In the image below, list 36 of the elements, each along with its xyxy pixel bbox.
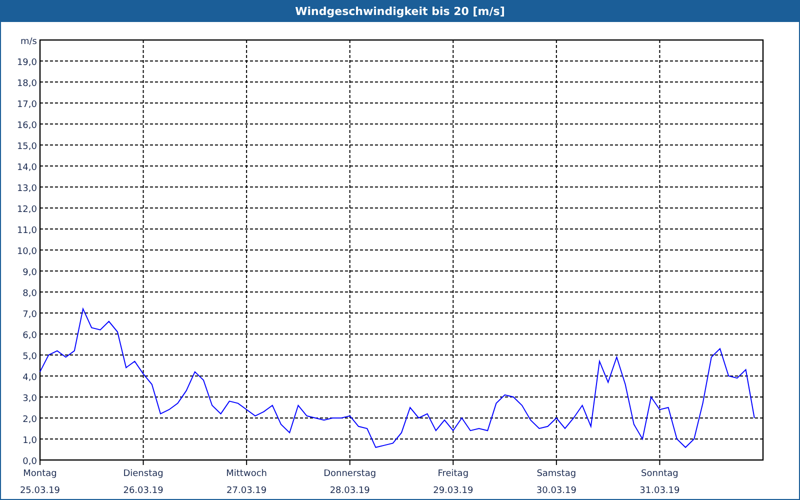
date-label: 27.03.19	[226, 486, 267, 496]
axis-tick-label: 6,0	[22, 331, 37, 341]
axis-tick-label: 10,0	[16, 247, 37, 257]
axis-tick-label: 7,0	[22, 310, 37, 320]
axis-tick-label: 19,0	[16, 58, 37, 68]
axis-tick-label: 3,0	[22, 394, 37, 404]
day-label: Dienstag	[123, 469, 164, 479]
day-label: Mittwoch	[226, 469, 267, 479]
date-label: 28.03.19	[330, 486, 370, 496]
axis-tick-label: 5,0	[22, 352, 37, 362]
axis-tick-label: 15,0	[16, 142, 37, 152]
day-label: Montag	[23, 469, 57, 479]
axis-tick-label: 4,0	[22, 373, 37, 383]
day-label: Donnerstag	[324, 469, 376, 479]
axis-tick-label: 8,0	[22, 289, 37, 299]
axis-tick-label: 0,0	[22, 457, 37, 467]
axis-unit-label: m/s	[20, 37, 37, 47]
axis-tick-label: 18,0	[16, 79, 37, 89]
date-label: 30.03.19	[536, 486, 576, 496]
date-label: 29.03.19	[433, 486, 474, 496]
date-label: 26.03.19	[123, 486, 164, 496]
axis-tick-label: 12,0	[16, 205, 37, 215]
date-label: 31.03.19	[640, 486, 680, 496]
axis-tick-label: 17,0	[16, 100, 37, 110]
day-label: Samstag	[536, 469, 576, 479]
axis-tick-label: 14,0	[16, 163, 37, 173]
axis-tick-label: 11,0	[16, 226, 37, 236]
axis-tick-label: 2,0	[22, 415, 37, 425]
date-label: 25.03.19	[20, 486, 60, 496]
day-label: Freitag	[438, 469, 469, 479]
window-title: Windgeschwindigkeit bis 20 [m/s]	[295, 4, 505, 18]
day-label: Sonntag	[641, 469, 678, 479]
axis-tick-label: 9,0	[22, 268, 37, 278]
axis-tick-label: 13,0	[16, 184, 37, 194]
axis-tick-label: 1,0	[22, 436, 37, 446]
axis-tick-label: 16,0	[16, 121, 37, 131]
